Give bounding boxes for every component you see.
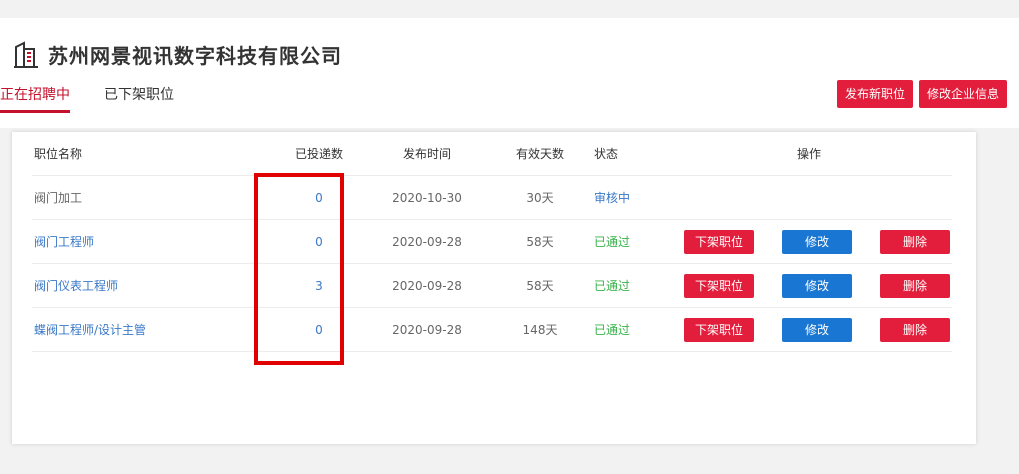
- applicant-count[interactable]: 3: [294, 264, 344, 308]
- header-ops: 操作: [796, 147, 821, 161]
- table-row: 阀门加工 0 2020-10-30 30天 审核中: [32, 176, 952, 220]
- applicant-count[interactable]: 0: [294, 176, 344, 220]
- table-row: 蝶阀工程师/设计主管 0 2020-09-28 148天 已通过 下架职位 修改…: [32, 308, 952, 352]
- header-status: 状态: [594, 147, 619, 161]
- valid-days: 58天: [526, 235, 554, 249]
- job-name-link[interactable]: 阀门仪表工程师: [34, 264, 118, 308]
- publish-date: 2020-09-28: [392, 279, 462, 293]
- delete-button[interactable]: 删除: [880, 274, 950, 298]
- status-badge: 审核中: [594, 191, 631, 205]
- publish-job-button[interactable]: 发布新职位: [836, 80, 913, 108]
- applicant-count[interactable]: 0: [294, 308, 344, 352]
- table-row: 阀门仪表工程师 3 2020-09-28 58天 已通过 下架职位 修改 删除: [32, 264, 952, 308]
- tab-offline[interactable]: 已下架职位: [104, 84, 174, 113]
- edit-button[interactable]: 修改: [782, 318, 852, 342]
- header-actions: 发布新职位 修改企业信息: [831, 80, 1007, 108]
- status-badge: 已通过: [594, 235, 631, 249]
- table-header: 职位名称 已投递数 发布时间 有效天数 状态 操作: [32, 132, 952, 176]
- edit-button[interactable]: 修改: [782, 274, 852, 298]
- take-offline-button[interactable]: 下架职位: [684, 230, 754, 254]
- publish-date: 2020-09-28: [392, 235, 462, 249]
- job-tabs: 正在招聘中 已下架职位: [0, 84, 208, 113]
- header-date: 发布时间: [402, 147, 451, 161]
- edit-company-button[interactable]: 修改企业信息: [918, 80, 1007, 108]
- jobs-table: 职位名称 已投递数 发布时间 有效天数 状态 操作 阀门加工 0 2020-10…: [12, 132, 976, 444]
- valid-days: 148天: [522, 323, 558, 337]
- job-name-link[interactable]: 阀门工程师: [34, 220, 94, 264]
- delete-button[interactable]: 删除: [880, 318, 950, 342]
- header-days: 有效天数: [515, 147, 564, 161]
- delete-button[interactable]: 删除: [880, 230, 950, 254]
- company-title: 苏州网景视讯数字科技有限公司: [12, 40, 342, 69]
- table-row: 阀门工程师 0 2020-09-28 58天 已通过 下架职位 修改 删除: [32, 220, 952, 264]
- status-badge: 已通过: [594, 279, 631, 293]
- valid-days: 30天: [526, 191, 554, 205]
- building-icon: [14, 40, 38, 68]
- edit-button[interactable]: 修改: [782, 230, 852, 254]
- take-offline-button[interactable]: 下架职位: [684, 274, 754, 298]
- status-badge: 已通过: [594, 323, 631, 337]
- publish-date: 2020-10-30: [392, 191, 462, 205]
- job-name: 阀门加工: [34, 191, 83, 205]
- header-count: 已投递数: [294, 147, 343, 161]
- applicant-count[interactable]: 0: [294, 220, 344, 264]
- valid-days: 58天: [526, 279, 554, 293]
- company-header: 苏州网景视讯数字科技有限公司 正在招聘中 已下架职位 发布新职位 修改企业信息: [0, 18, 1019, 128]
- page: 苏州网景视讯数字科技有限公司 正在招聘中 已下架职位 发布新职位 修改企业信息 …: [0, 18, 1019, 474]
- take-offline-button[interactable]: 下架职位: [684, 318, 754, 342]
- header-name: 职位名称: [34, 147, 83, 161]
- company-name: 苏州网景视讯数字科技有限公司: [48, 44, 342, 68]
- tab-recruiting[interactable]: 正在招聘中: [0, 84, 70, 113]
- job-name-link[interactable]: 蝶阀工程师/设计主管: [34, 308, 146, 352]
- publish-date: 2020-09-28: [392, 323, 462, 337]
